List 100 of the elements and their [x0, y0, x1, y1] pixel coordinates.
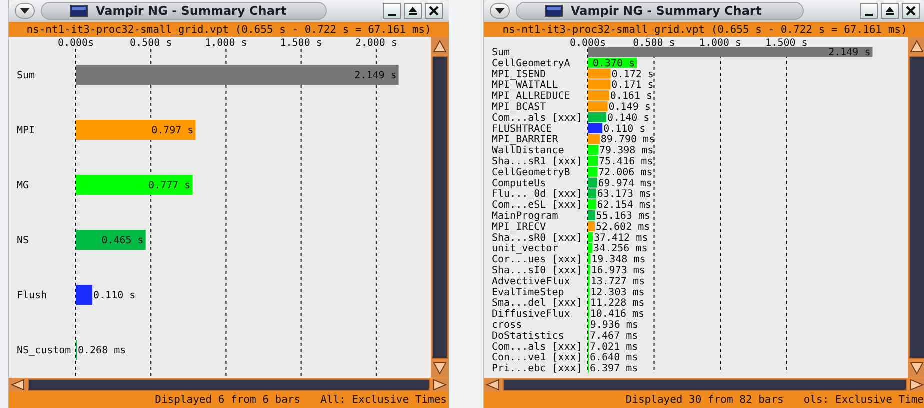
value-label: 52.602 ms — [596, 222, 650, 233]
bar-label: MG — [17, 180, 30, 192]
value-label: 6.640 ms — [590, 352, 638, 364]
bar-label: MPI — [17, 126, 36, 136]
value-label: 0.268 ms — [78, 346, 126, 356]
bar-label: NS — [17, 236, 30, 246]
value-label: 0.149 s — [608, 102, 651, 113]
maximize-button[interactable] — [881, 3, 899, 19]
monitor-icon — [70, 5, 88, 17]
value-label: 19.348 ms — [592, 254, 646, 266]
bar-label: AdvectiveFlux — [492, 276, 570, 288]
axis-tick-label: 2.000 s — [355, 38, 398, 49]
bar-label: MPI_BARRIER — [492, 134, 558, 146]
vertical-scrollbar[interactable] — [431, 37, 449, 378]
minimize-icon — [388, 14, 396, 16]
up-arrow-icon — [432, 38, 448, 54]
value-label: 0.140 s — [608, 112, 650, 124]
bar-label: unit_vector — [492, 244, 558, 255]
value-label: 37.412 ms — [594, 232, 648, 244]
value-label: 0.777 s — [148, 180, 191, 192]
value-label: 9.936 ms — [590, 320, 638, 331]
status-text: Displayed 6 from 6 bars — [155, 394, 301, 406]
bar-label: MPI_ALLREDUCE — [492, 91, 570, 102]
value-label: 0.172 s — [612, 69, 654, 80]
bar-label: Com...als [xxx] — [492, 342, 582, 353]
bar-label: FLUSHTRACE — [492, 124, 552, 135]
bar-label: Sha...sR0 [xxx] — [492, 232, 582, 244]
value-label: 62.154 ms — [597, 200, 652, 212]
value-label: 69.974 ms — [598, 178, 652, 190]
bar-label: Cor...ues [xxx] — [492, 254, 582, 266]
close-button[interactable] — [425, 3, 443, 19]
value-label: 89.790 ms — [600, 134, 656, 146]
maximize-button[interactable] — [404, 3, 422, 19]
value-label: 63.173 ms — [597, 189, 652, 200]
value-label: 16.973 ms — [591, 266, 646, 276]
value-label: 0.465 s — [102, 236, 144, 246]
bar-label: CellGeometryA — [492, 58, 570, 70]
axis-tick-label: 1.500 s — [280, 38, 322, 49]
axis-tick-label: 0.500 s — [633, 38, 676, 49]
value-label: 7.467 ms — [590, 330, 638, 342]
up-arrow-icon — [909, 38, 924, 54]
value-label: 0.797 s — [152, 126, 194, 136]
close-icon — [906, 6, 916, 16]
bar-label: cross — [492, 320, 522, 331]
bar-label: Con...ve1 [xxx] — [492, 352, 582, 364]
eject-icon — [408, 6, 418, 16]
scrollbar-thumb[interactable] — [432, 56, 448, 359]
window-title: Vampir NG - Summary Chart — [571, 4, 762, 18]
bar-label: Sha...sI0 [xxx] — [492, 266, 582, 276]
mode-text: All: Exclusive Times — [320, 394, 447, 406]
value-label: 12.303 ms — [590, 287, 645, 298]
right-arrow-icon — [909, 379, 924, 391]
down-arrow-icon — [432, 361, 448, 377]
value-label: 11.228 ms — [590, 298, 645, 310]
axis-tick-label: 0.000s — [58, 38, 94, 49]
minimize-button[interactable] — [860, 3, 878, 19]
value-label: 6.397 ms — [590, 364, 638, 375]
vertical-scrollbar[interactable] — [908, 37, 924, 378]
bar-label: EvalTimeStep — [492, 287, 564, 298]
bar-label: MPI_IRECV — [492, 222, 546, 233]
horizontal-scrollbar[interactable] — [9, 378, 449, 392]
bar-label: DoStatistics — [492, 330, 564, 342]
value-label: 34.256 ms — [594, 244, 648, 255]
scrollbar-thumb[interactable] — [909, 56, 924, 359]
bar-label: ComputeUs — [492, 178, 546, 190]
right-arrow-icon — [432, 379, 448, 391]
bar-label: Flu..._0d [xxx] — [492, 189, 582, 200]
status-text: Displayed 30 from 82 bars — [626, 394, 784, 406]
window-title: Vampir NG - Summary Chart — [96, 4, 287, 18]
axis-tick-label: 0.500 s — [130, 38, 172, 49]
monitor-icon — [545, 5, 563, 17]
bar-label: Com...als [xxx] — [492, 112, 582, 124]
bar-label: NS_custom — [17, 346, 72, 356]
minimize-icon — [865, 14, 873, 16]
value-label: 0.171 s — [612, 80, 654, 92]
minimize-button[interactable] — [383, 3, 401, 19]
horizontal-scrollbar[interactable] — [484, 378, 924, 392]
scrollbar-thumb[interactable] — [28, 379, 430, 391]
bar-label: Sma...del [xxx] — [492, 298, 582, 310]
window-menu-button[interactable] — [15, 3, 35, 19]
left-arrow-icon — [10, 379, 26, 391]
axis-tick-label: 1.500 s — [766, 38, 808, 49]
axis-tick-label: 1.000 s — [699, 38, 742, 49]
window-menu-button[interactable] — [490, 3, 510, 19]
eject-icon — [885, 6, 895, 16]
bar-label: MPI_BCAST — [492, 102, 546, 113]
bar-label: MPI_ISEND — [492, 69, 546, 80]
value-label: 7.021 ms — [590, 342, 638, 353]
value-label: 0.110 s — [94, 290, 136, 302]
left-arrow-icon — [485, 379, 501, 391]
bar-label: Pri...ebc [xxx] — [492, 364, 582, 375]
down-arrow-icon — [909, 361, 924, 377]
value-label: 2.149 s — [828, 48, 871, 58]
axis-tick-label: 1.000 s — [205, 38, 248, 49]
mode-text: ols: Exclusive Time — [804, 394, 924, 406]
value-label: 75.416 ms — [599, 156, 654, 168]
value-label: 10.416 ms — [590, 309, 645, 320]
scrollbar-thumb[interactable] — [503, 379, 907, 391]
close-button[interactable] — [902, 3, 920, 19]
caret-icon — [495, 8, 505, 14]
